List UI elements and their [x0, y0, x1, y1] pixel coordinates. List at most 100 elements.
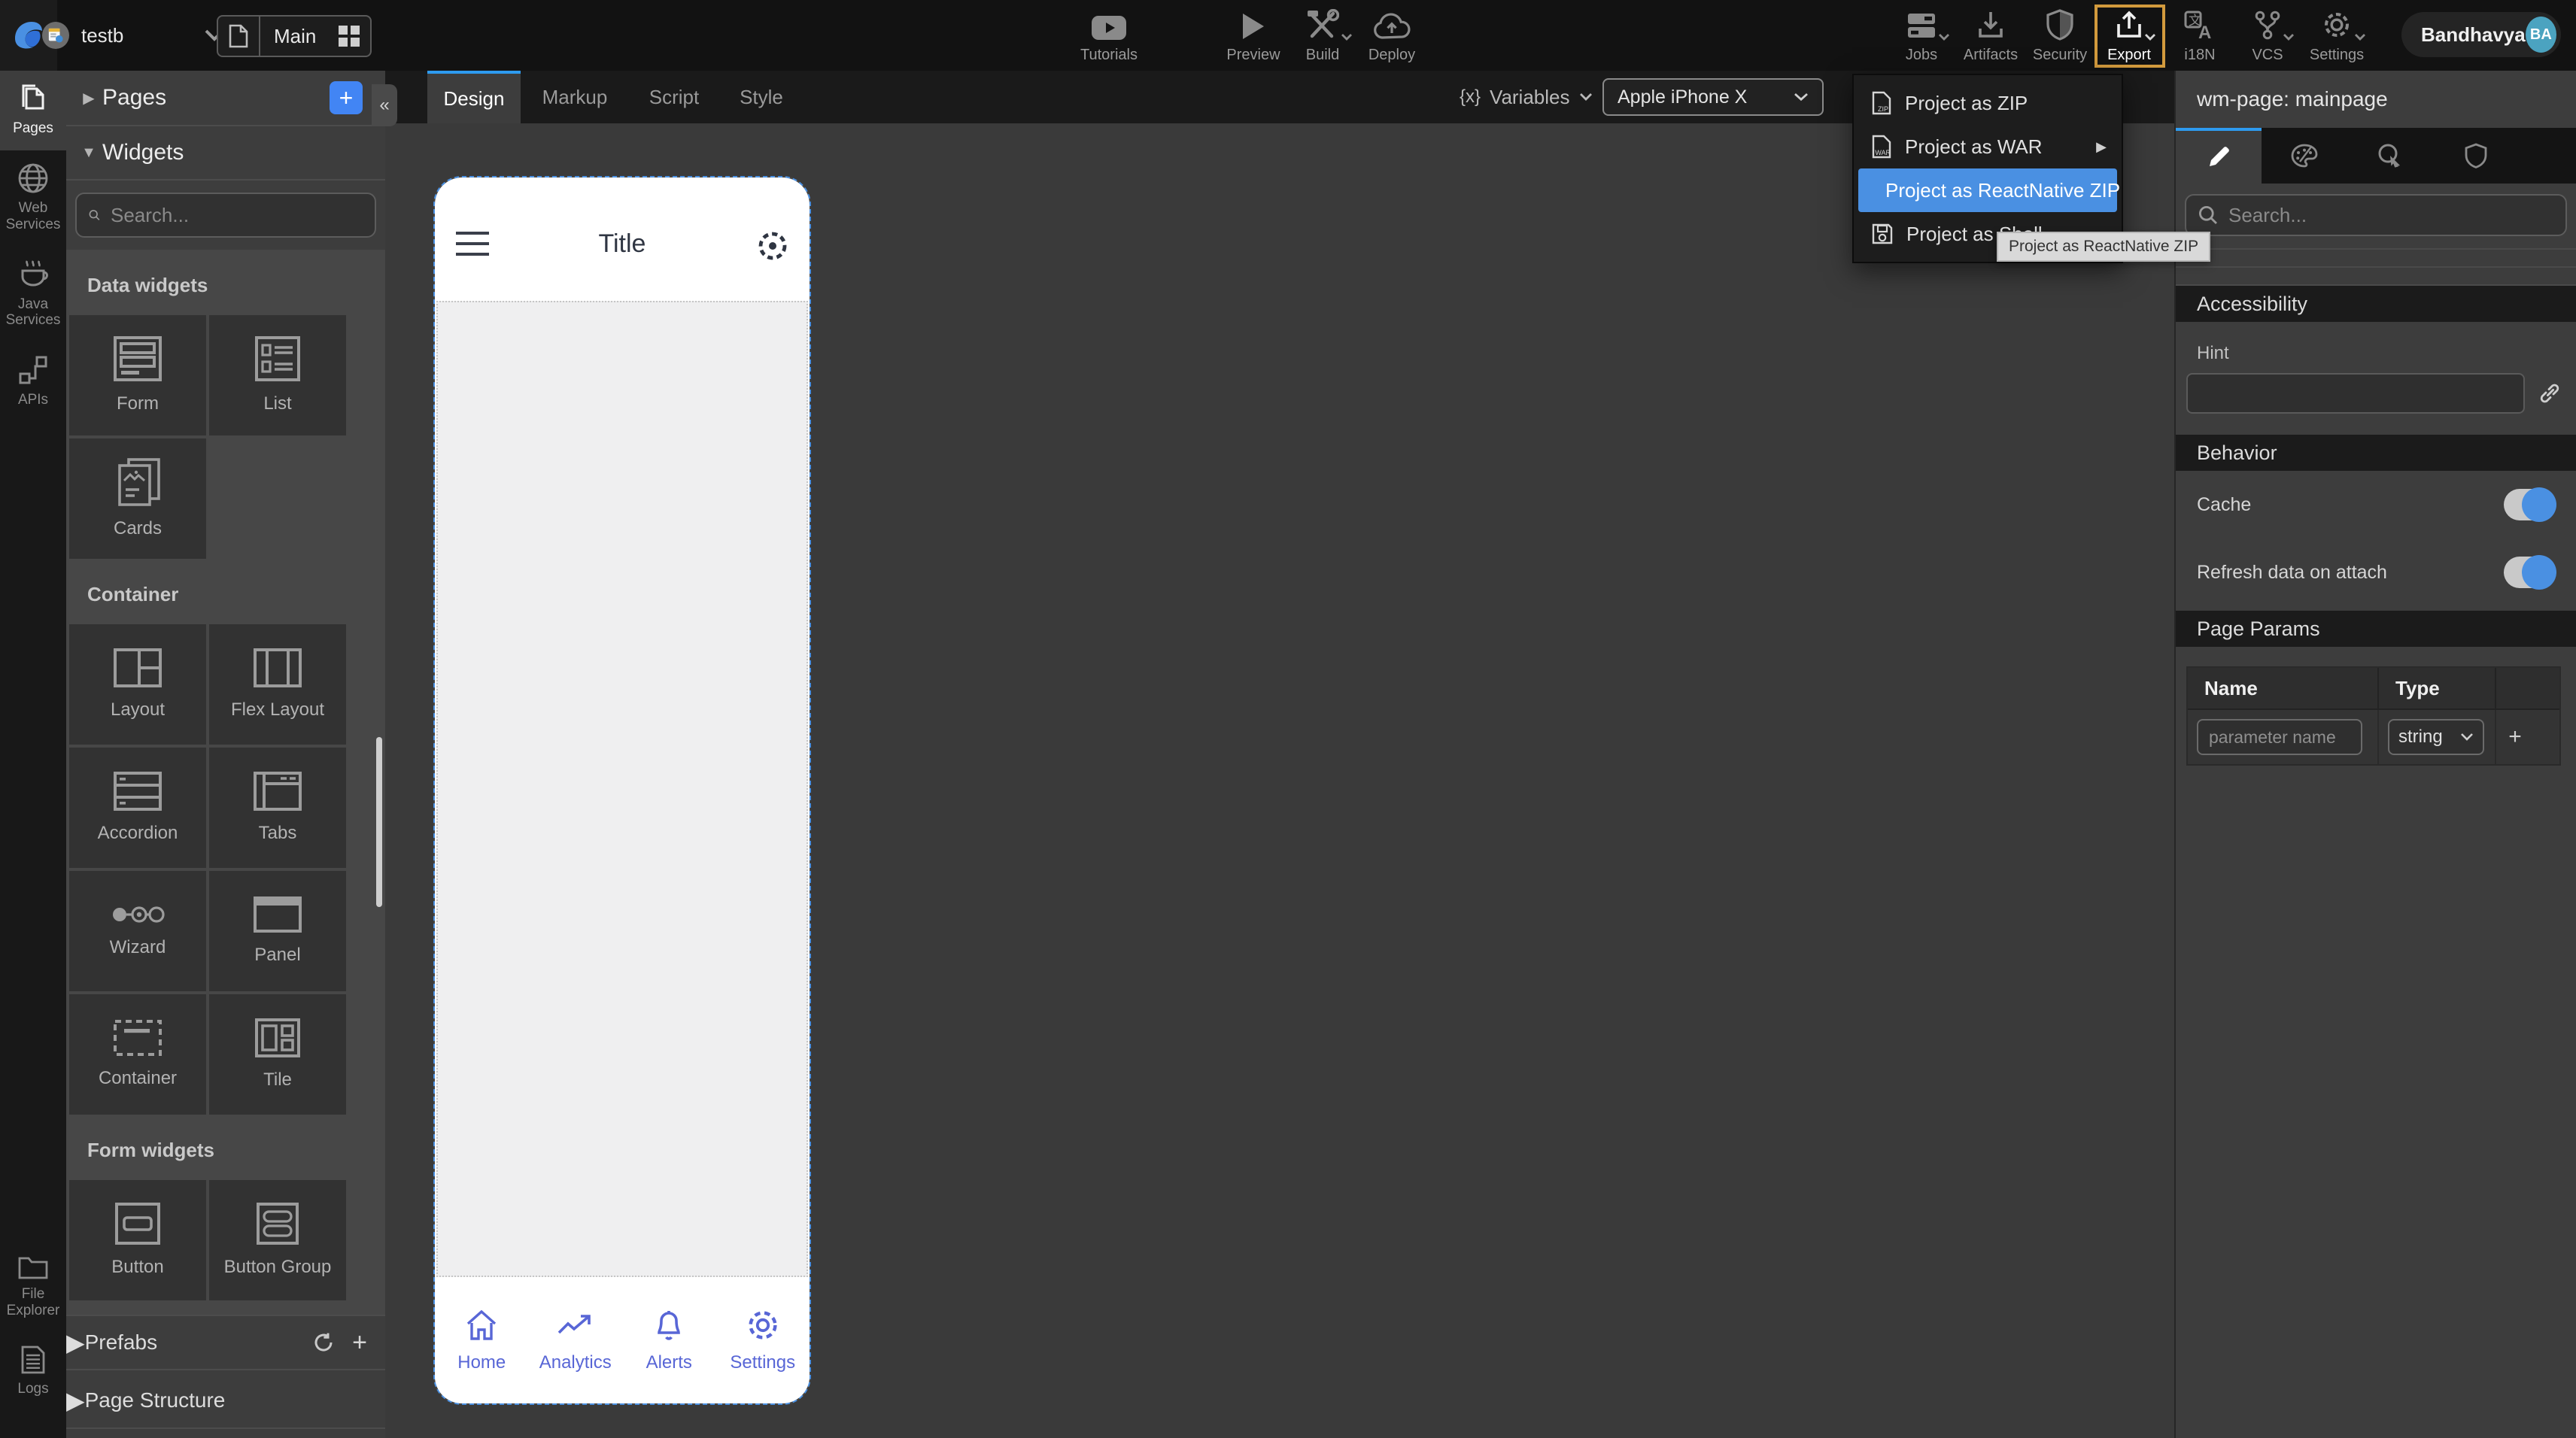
tab-grid-icon[interactable]	[339, 26, 360, 47]
widget-tile-cards[interactable]: Cards	[69, 438, 206, 559]
section-label-form-widgets: Form widgets	[66, 1115, 385, 1180]
tab-events[interactable]	[2347, 128, 2433, 184]
hamburger-menu-icon[interactable]	[456, 232, 489, 256]
phone-header: Title	[435, 177, 810, 301]
left-panel-scrollbar[interactable]	[376, 737, 382, 907]
export-upload-icon	[2116, 8, 2143, 41]
shield-icon	[2046, 8, 2073, 41]
svg-text:ZIP: ZIP	[1878, 105, 1888, 113]
pages-section-header[interactable]: ▶ Pages +	[66, 71, 385, 126]
rail-bottom-group: File Explorer Logs	[0, 1242, 66, 1411]
phone-preview[interactable]: Title Home Analytics Alerts	[435, 177, 810, 1403]
add-page-button[interactable]: +	[330, 81, 363, 114]
page-params-table: Name Type string +	[2186, 666, 2561, 766]
refresh-data-toggle[interactable]	[2504, 557, 2555, 588]
build-button[interactable]: Build	[1283, 8, 1362, 64]
menu-item-project-as-zip[interactable]: ZIP Project as ZIP	[1854, 81, 2122, 125]
section-label-data-widgets: Data widgets	[66, 250, 385, 315]
hint-input[interactable]	[2186, 373, 2525, 414]
trending-up-icon	[556, 1307, 595, 1343]
menu-item-project-as-war[interactable]: WAR Project as WAR ▶	[1854, 125, 2122, 168]
vcs-chevron-down-icon	[2283, 33, 2295, 41]
rail-item-apis[interactable]: APIs	[0, 342, 66, 422]
tab-security[interactable]	[2433, 128, 2519, 184]
properties-tab-bar	[2176, 128, 2576, 184]
phone-settings-icon[interactable]	[755, 229, 790, 263]
rail-item-logs[interactable]: Logs	[0, 1333, 66, 1411]
rail-item-java-services[interactable]: Java Services	[0, 247, 66, 343]
bind-link-icon[interactable]	[2538, 382, 2561, 405]
phone-content-area[interactable]	[436, 301, 808, 1277]
page-params-row: string +	[2188, 710, 2559, 764]
build-chevron-down-icon	[1341, 33, 1353, 41]
tab-styles[interactable]	[2262, 128, 2347, 184]
api-nodes-icon	[17, 354, 49, 386]
project-switcher[interactable]: testb	[42, 0, 224, 71]
widget-search[interactable]	[75, 193, 376, 238]
collapse-panel-button[interactable]: «	[372, 84, 397, 126]
widget-tile-tile[interactable]: Tile	[209, 994, 346, 1115]
rail-item-file-explorer[interactable]: File Explorer	[0, 1242, 66, 1333]
tutorials-button[interactable]: Tutorials	[1070, 8, 1148, 64]
add-param-button[interactable]: +	[2496, 724, 2534, 750]
user-menu[interactable]: Bandhavya BA	[2401, 12, 2561, 57]
log-file-icon	[20, 1345, 46, 1375]
tab-markup[interactable]: Markup	[521, 71, 629, 123]
cache-toggle[interactable]	[2504, 489, 2555, 520]
widget-tile-accordion[interactable]: Accordion	[69, 748, 206, 868]
add-prefab-button[interactable]: +	[352, 1330, 367, 1355]
tab-design[interactable]: Design	[427, 71, 521, 123]
phone-nav-alerts[interactable]: Alerts	[622, 1277, 716, 1403]
export-button[interactable]: Export	[2090, 8, 2168, 64]
submenu-arrow-icon: ▶	[2096, 139, 2107, 155]
preview-button[interactable]: Preview	[1214, 8, 1293, 64]
page-structure-section-header[interactable]: ▶ Page Structure	[66, 1373, 385, 1429]
device-selector[interactable]: Apple iPhone X	[1602, 78, 1824, 116]
widget-tile-container[interactable]: Container	[69, 994, 206, 1115]
phone-nav-analytics[interactable]: Analytics	[529, 1277, 623, 1403]
widget-tile-form[interactable]: Form	[69, 315, 206, 435]
jobs-button[interactable]: Jobs	[1882, 8, 1961, 64]
vcs-button[interactable]: VCS	[2228, 8, 2307, 64]
widget-tile-tabs[interactable]: Tabs	[209, 748, 346, 868]
wizard-widget-icon	[111, 904, 165, 925]
i18n-button[interactable]: 文A i18N	[2161, 8, 2239, 64]
prefabs-section-header[interactable]: ▶ Prefabs +	[66, 1315, 385, 1370]
widget-tile-layout[interactable]: Layout	[69, 624, 206, 745]
click-cursor-icon	[2377, 143, 2403, 168]
tab-style[interactable]: Style	[719, 71, 803, 123]
param-type-select[interactable]: string	[2388, 719, 2484, 755]
menu-item-project-as-reactnative-zip[interactable]: Project as ReactNative ZIP	[1858, 168, 2117, 212]
properties-search-input[interactable]	[2228, 204, 2553, 227]
properties-search-row	[2176, 184, 2576, 250]
artifacts-button[interactable]: Artifacts	[1952, 8, 2030, 64]
search-icon	[89, 205, 100, 225]
phone-nav-home[interactable]: Home	[435, 1277, 529, 1403]
properties-search[interactable]	[2185, 194, 2567, 236]
tab-script[interactable]: Script	[629, 71, 719, 123]
page-tab-main[interactable]: Main	[217, 15, 372, 57]
security-button[interactable]: Security	[2021, 8, 2099, 64]
tab-properties[interactable]	[2176, 128, 2262, 184]
refresh-icon[interactable]	[313, 1332, 334, 1353]
deploy-button[interactable]: Deploy	[1353, 8, 1431, 64]
phone-page-title: Title	[599, 229, 646, 259]
widget-tile-wizard[interactable]: Wizard	[69, 871, 206, 991]
settings-button[interactable]: Settings	[2298, 8, 2376, 64]
hint-row	[2176, 373, 2576, 435]
widget-search-input[interactable]	[111, 204, 363, 227]
rail-item-pages[interactable]: Pages	[0, 71, 66, 150]
widget-tile-button[interactable]: Button	[69, 1180, 206, 1300]
widgets-section-header[interactable]: ▼ Widgets	[66, 126, 385, 181]
widget-tile-button-group[interactable]: Button Group	[209, 1180, 346, 1300]
design-canvas[interactable]: Design Markup Script Style {x} Variables…	[385, 71, 2176, 1438]
rail-item-web-services[interactable]: Web Services	[0, 150, 66, 247]
variables-button[interactable]: {x} Variables	[1460, 71, 1593, 123]
widget-tile-panel[interactable]: Panel	[209, 871, 346, 991]
widget-tile-flex-layout[interactable]: Flex Layout	[209, 624, 346, 745]
page-params-table-head: Name Type	[2188, 668, 2559, 710]
widgets-expanded-arrow-icon: ▼	[75, 144, 102, 162]
param-name-input[interactable]	[2197, 719, 2362, 755]
widget-tile-list[interactable]: List	[209, 315, 346, 435]
phone-nav-settings[interactable]: Settings	[716, 1277, 810, 1403]
